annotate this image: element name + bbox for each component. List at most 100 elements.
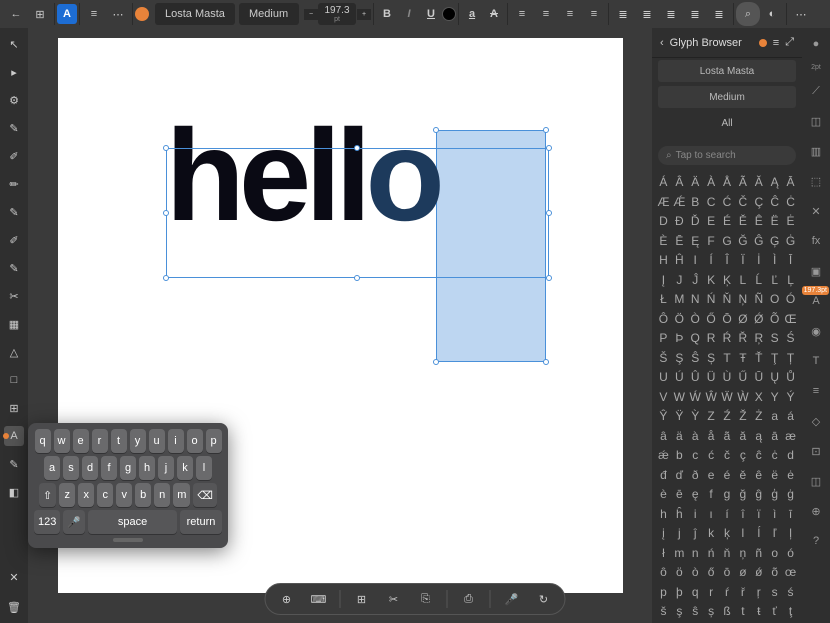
glyph-cell[interactable]: N [688, 290, 703, 308]
glyph-cell[interactable]: ĝ [751, 485, 766, 503]
glyph-cell[interactable]: ĉ [751, 446, 766, 464]
key-d[interactable]: d [82, 456, 98, 480]
glyph-cell[interactable]: Ẁ [735, 388, 750, 406]
glyph-cell[interactable]: Ö [672, 310, 687, 328]
key-p[interactable]: p [206, 429, 222, 453]
glyph-cell[interactable]: ø [735, 563, 750, 581]
glyph-cell[interactable]: õ [767, 563, 782, 581]
glyph-cell[interactable]: Õ [767, 310, 782, 328]
glyph-cell[interactable]: j [672, 524, 687, 542]
glyph-cell[interactable]: p [656, 583, 671, 601]
tool-8[interactable]: ✎ [4, 258, 24, 278]
tool-14[interactable]: A [4, 426, 24, 446]
glyph-cell[interactable]: J [672, 271, 687, 289]
glyph-cell[interactable]: B [688, 193, 703, 211]
glyph-cell[interactable]: à [688, 427, 703, 445]
context-btn-6[interactable]: 🎤 [501, 588, 523, 610]
mic-key[interactable]: 🎤 [63, 510, 85, 534]
glyph-cell[interactable]: Y [767, 388, 782, 406]
glyph-cell[interactable]: ķ [720, 524, 735, 542]
trash-button[interactable]: 🗑 [4, 597, 24, 617]
glyph-cell[interactable]: Û [688, 368, 703, 386]
key-n[interactable]: n [154, 483, 170, 507]
glyph-weight-tab[interactable]: Medium [658, 86, 796, 108]
glyph-cell[interactable]: Ì [767, 251, 782, 269]
glyph-cell[interactable]: Z [704, 407, 719, 425]
back-button[interactable]: ← [4, 2, 28, 26]
studio-7[interactable]: ▣ [806, 261, 826, 281]
glyph-cell[interactable]: ì [767, 505, 782, 523]
back-icon[interactable]: ‹ [660, 37, 664, 49]
glyph-cell[interactable]: Á [656, 173, 671, 191]
key-s[interactable]: s [63, 456, 79, 480]
glyph-cell[interactable]: X [751, 388, 766, 406]
glyph-cell[interactable]: ċ [767, 446, 782, 464]
context-btn-0[interactable]: ⊕ [276, 588, 298, 610]
glyph-cell[interactable]: Ŧ [735, 349, 750, 367]
glyph-cell[interactable]: s [767, 583, 782, 601]
glyph-cell[interactable]: Ô [656, 310, 671, 328]
glyph-cell[interactable]: Ẃ [688, 388, 703, 406]
glyph-cell[interactable]: C [704, 193, 719, 211]
glyph-cell[interactable]: Ņ [735, 290, 750, 308]
tool-0[interactable]: ↖ [4, 34, 24, 54]
list-button-1[interactable]: ≣ [611, 2, 635, 26]
glyph-cell[interactable]: Ċ [783, 193, 798, 211]
text-color-swatch[interactable] [442, 7, 456, 21]
backspace-key[interactable]: ⌫ [193, 483, 217, 507]
glyph-cell[interactable]: Ŕ [720, 329, 735, 347]
char-style-button[interactable]: a [461, 3, 483, 25]
glyph-cell[interactable]: ş [672, 602, 687, 620]
glyph-cell[interactable]: Ț [783, 349, 798, 367]
glyph-cell[interactable]: ň [720, 544, 735, 562]
list-button-5[interactable]: ≣ [707, 2, 731, 26]
key-h[interactable]: h [139, 456, 155, 480]
key-u[interactable]: u [149, 429, 165, 453]
glyph-cell[interactable]: Ķ [720, 271, 735, 289]
glyph-cell[interactable]: Ğ [735, 232, 750, 250]
glyph-cell[interactable]: ř [735, 583, 750, 601]
glyph-cell[interactable]: ō [720, 563, 735, 581]
studio-5[interactable]: ✕ [806, 201, 826, 221]
glyph-cell[interactable]: œ [783, 563, 798, 581]
glyph-cell[interactable]: Ŵ [704, 388, 719, 406]
glyph-cell[interactable]: e [704, 466, 719, 484]
glyph-cell[interactable]: Æ [656, 193, 671, 211]
glyph-cell[interactable]: ô [656, 563, 671, 581]
glyph-cell[interactable]: Ã [735, 173, 750, 191]
glyph-cell[interactable]: ń [704, 544, 719, 562]
panel-expand-icon[interactable]: ⤢ [785, 36, 794, 49]
studio-14[interactable]: ◫ [806, 471, 826, 491]
key-e[interactable]: e [73, 429, 89, 453]
glyph-cell[interactable]: Ř [735, 329, 750, 347]
studio-6[interactable]: fx [806, 231, 826, 251]
glyph-cell[interactable]: è [656, 485, 671, 503]
glyph-cell[interactable]: d [783, 446, 798, 464]
glyph-cell[interactable]: G [720, 232, 735, 250]
glyph-cell[interactable]: ŧ [751, 602, 766, 620]
glyph-cell[interactable]: î [735, 505, 750, 523]
key-m[interactable]: m [173, 483, 190, 507]
glyph-cell[interactable]: Ú [672, 368, 687, 386]
glyph-cell[interactable]: Ģ [767, 232, 782, 250]
key-y[interactable]: y [130, 429, 146, 453]
glyph-cell[interactable]: Ħ [751, 138, 766, 140]
glyph-cell[interactable]: ť [767, 602, 782, 620]
glyph-cell[interactable]: Í [704, 251, 719, 269]
key-f[interactable]: f [101, 456, 117, 480]
more-button[interactable]: ⋯ [106, 2, 130, 26]
underline-button[interactable]: U [420, 3, 442, 25]
studio-0[interactable]: ● [806, 34, 826, 54]
context-btn-1[interactable]: ⌨ [308, 588, 330, 610]
key-q[interactable]: q [35, 429, 51, 453]
glyph-cell[interactable]: Ě [735, 212, 750, 230]
key-j[interactable]: j [158, 456, 174, 480]
glyph-cell[interactable]: ę [688, 485, 703, 503]
context-btn-5[interactable]: ⎙ [458, 588, 480, 610]
panel-menu-icon[interactable]: ≡ [773, 37, 779, 49]
glyph-cell[interactable]: ë [767, 466, 782, 484]
glyph-cell[interactable]: f [704, 485, 719, 503]
glyph-cell[interactable]: Ï [735, 251, 750, 269]
space-key[interactable]: space [88, 510, 177, 534]
glyph-cell[interactable]: ā [767, 427, 782, 445]
